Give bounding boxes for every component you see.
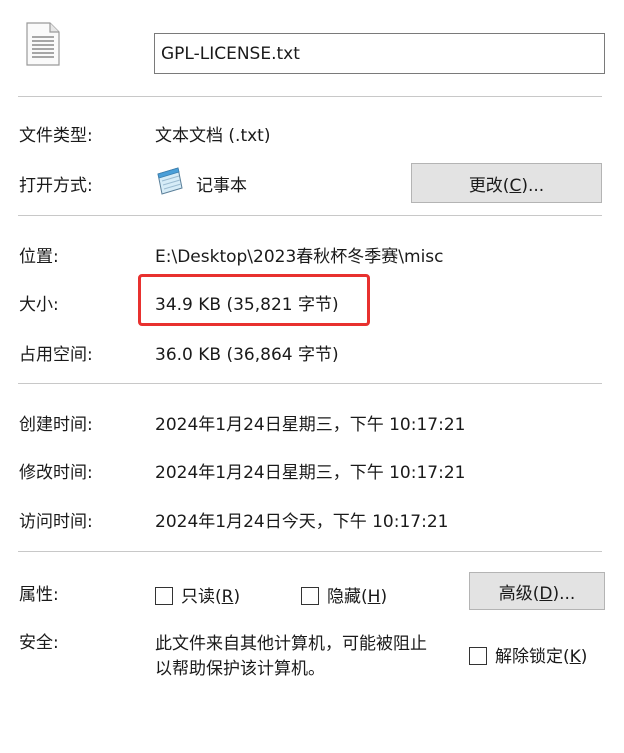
divider bbox=[18, 96, 602, 97]
security-message-line1: 此文件来自其他计算机，可能被阻止 bbox=[155, 634, 427, 654]
created-label: 创建时间: bbox=[19, 415, 93, 435]
accessed-label: 访问时间: bbox=[19, 512, 93, 532]
readonly-label: 只读(R) bbox=[181, 587, 241, 607]
unblock-checkbox[interactable]: 解除锁定(K) bbox=[469, 642, 587, 667]
checkbox-box[interactable] bbox=[155, 587, 173, 605]
divider bbox=[18, 551, 602, 552]
size-highlight-box bbox=[138, 274, 370, 326]
notepad-icon bbox=[154, 166, 186, 196]
modified-value: 2024年1月24日星期三，下午 10:17:21 bbox=[155, 463, 466, 483]
accessed-value: 2024年1月24日今天，下午 10:17:21 bbox=[155, 512, 449, 532]
attributes-label: 属性: bbox=[19, 585, 59, 605]
location-label: 位置: bbox=[19, 247, 59, 267]
size-on-disk-label: 占用空间: bbox=[19, 345, 93, 365]
open-with-label: 打开方式: bbox=[19, 176, 93, 196]
hidden-checkbox[interactable]: 隐藏(H) bbox=[301, 582, 387, 607]
file-type-label: 文件类型: bbox=[19, 126, 93, 146]
checkbox-box[interactable] bbox=[301, 587, 319, 605]
change-button[interactable]: 更改(C)... bbox=[411, 163, 602, 203]
checkbox-box[interactable] bbox=[469, 647, 487, 665]
readonly-checkbox[interactable]: 只读(R) bbox=[155, 582, 240, 607]
security-label: 安全: bbox=[19, 633, 59, 653]
hidden-label: 隐藏(H) bbox=[327, 587, 388, 607]
advanced-button[interactable]: 高级(D)... bbox=[469, 572, 605, 610]
size-on-disk-value: 36.0 KB (36,864 字节) bbox=[155, 345, 339, 365]
unblock-label: 解除锁定(K) bbox=[495, 647, 588, 667]
created-value: 2024年1月24日星期三，下午 10:17:21 bbox=[155, 415, 466, 435]
divider bbox=[18, 215, 602, 216]
file-type-value: 文本文档 (.txt) bbox=[155, 126, 271, 146]
advanced-button-label: 高级(D)... bbox=[498, 583, 576, 604]
change-button-label: 更改(C)... bbox=[468, 175, 545, 196]
modified-label: 修改时间: bbox=[19, 463, 93, 483]
security-message-line2: 以帮助保护该计算机。 bbox=[155, 659, 325, 679]
size-label: 大小: bbox=[19, 295, 59, 315]
location-value: E:\Desktop\2023春秋杯冬季赛\misc bbox=[155, 247, 444, 267]
filename-input[interactable] bbox=[154, 33, 605, 74]
text-file-icon bbox=[26, 22, 60, 66]
divider bbox=[18, 383, 602, 384]
open-with-app-name: 记事本 bbox=[196, 176, 247, 196]
